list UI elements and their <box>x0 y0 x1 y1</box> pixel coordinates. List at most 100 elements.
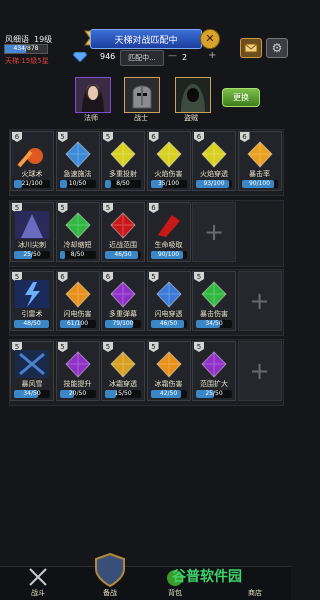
skill-art <box>61 211 95 239</box>
hero-slot-mage[interactable] <box>75 77 111 113</box>
red-crystal-icon <box>110 212 136 239</box>
skill-name: 多重弹幕 <box>109 310 137 318</box>
skill-progress-text: 8/50 <box>70 251 85 258</box>
skill-progress-bar: 25/50 <box>14 251 50 259</box>
skill-card[interactable]: 5 冷却缩短 8/50 <box>55 202 100 262</box>
skill-progress-bar: 46/50 <box>105 251 141 259</box>
skill-art <box>106 350 140 378</box>
skill-card[interactable]: 5 暴风雪 34/50 <box>10 341 54 401</box>
skill-progress-bar: 34/50 <box>14 390 50 398</box>
increase-button[interactable]: + <box>208 50 216 61</box>
blue-crystal-icon <box>155 281 182 308</box>
lightning-icon <box>15 280 49 308</box>
settings-button[interactable]: ⚙ <box>266 38 288 58</box>
skill-progress-text: 48/50 <box>23 320 41 327</box>
hero-slot-warrior[interactable] <box>124 77 160 113</box>
skill-card[interactable]: 6 火球术 21/100 <box>10 131 54 191</box>
skill-card[interactable]: 5 技能提升 20/50 <box>55 341 100 401</box>
purple-crystal-icon <box>64 351 91 378</box>
crossed-swords-icon <box>29 568 47 586</box>
skill-progress-text: 8/50 <box>116 180 130 187</box>
warrior-portrait-icon <box>125 78 159 112</box>
skill-progress-text: 93/100 <box>203 180 225 187</box>
skill-progress-text: 10/50 <box>68 180 87 187</box>
skill-progress-bar: 10/50 <box>59 180 96 188</box>
skill-art <box>197 350 231 378</box>
skill-name: 冰霜伤害 <box>154 380 183 388</box>
skill-progress-text: 34/50 <box>23 390 41 397</box>
nav-battle[interactable]: 战斗 <box>13 567 63 600</box>
watermark-logo: 谷普软件园 <box>172 569 242 585</box>
skill-card[interactable]: 5 冰川尖刺 25/50 <box>10 202 54 262</box>
match-status-banner: 天梯对战匹配中 <box>90 29 202 49</box>
decrease-button[interactable]: — <box>168 51 177 61</box>
skill-progress-text: 25/50 <box>205 390 223 397</box>
skill-progress-bar: 48/50 <box>14 320 50 328</box>
yellow-crystal-icon <box>110 141 136 168</box>
add-skill-slot[interactable]: + <box>237 341 282 401</box>
green-crystal-icon <box>201 281 227 308</box>
skill-art <box>15 350 49 378</box>
skill-card[interactable]: 6 多重弹幕 79/100 <box>101 271 145 331</box>
skill-progress-bar: 90/100 <box>241 180 278 188</box>
skill-card[interactable]: 5 暴击伤害 34/50 <box>192 271 236 331</box>
skill-art <box>243 140 277 168</box>
ice-spike-icon <box>15 211 49 239</box>
hero-label-warrior: 战士 <box>134 114 148 122</box>
cancel-match-button[interactable]: ✕ <box>200 29 220 49</box>
skill-art <box>61 350 95 378</box>
skill-card[interactable]: 5 闪电穿透 46/50 <box>146 271 191 331</box>
skill-card[interactable]: 5 近战范围 46/50 <box>101 202 145 262</box>
skill-art <box>197 140 231 168</box>
purple-crystal-icon <box>201 351 227 378</box>
skill-name: 暴击率 <box>249 170 270 178</box>
skill-art <box>197 280 231 308</box>
yellow-crystal-icon <box>110 351 136 378</box>
plus-icon: + <box>203 218 225 246</box>
skill-name: 冰川尖刺 <box>18 241 46 249</box>
skill-card[interactable]: 5 范围扩大 25/50 <box>192 341 236 401</box>
skill-name: 闪电穿透 <box>154 310 183 318</box>
orange-crystal-icon <box>246 141 273 168</box>
skill-card[interactable]: 6 火焰穿透 93/100 <box>192 131 236 191</box>
skill-card[interactable]: 6 闪电伤害 61/100 <box>55 271 100 331</box>
nav-prepare[interactable]: 备战 <box>85 553 135 600</box>
skill-progress-bar: 42/50 <box>150 390 187 398</box>
skill-name: 多重投射 <box>109 170 137 178</box>
skill-progress-text: 42/50 <box>159 390 178 397</box>
skill-card[interactable]: 5 冰霜伤害 42/50 <box>146 341 191 401</box>
skill-card[interactable]: 6 火焰伤害 35/100 <box>146 131 191 191</box>
skill-progress-bar: 93/100 <box>196 180 232 188</box>
nav-shop-label: 商店 <box>248 589 262 597</box>
skill-name: 生命吸取 <box>154 241 183 249</box>
skill-card[interactable]: 5 多重投射 8/50 <box>101 131 145 191</box>
swap-hero-button[interactable]: 更换 <box>222 88 260 107</box>
skill-name: 火焰穿透 <box>200 170 228 178</box>
hero-slot-thief[interactable] <box>175 77 211 113</box>
add-skill-slot[interactable]: + <box>237 271 282 331</box>
thief-portrait-icon <box>176 78 210 112</box>
skill-card[interactable]: 5 冰霜穿透 15/50 <box>101 341 145 401</box>
gear-icon: ⚙ <box>271 41 283 55</box>
skill-card[interactable]: 5 急速施法 10/50 <box>55 131 100 191</box>
skill-name: 火球术 <box>21 170 43 178</box>
add-skill-slot[interactable]: + <box>192 202 236 262</box>
skill-progress-bar: 90/100 <box>150 251 187 259</box>
skill-progress-text: 20/50 <box>68 390 87 397</box>
mail-button[interactable] <box>240 38 262 58</box>
skill-progress-text: 79/100 <box>112 320 134 327</box>
orange-crystal-icon <box>155 351 182 378</box>
skill-name: 引雷术 <box>21 310 43 318</box>
xp-bar: 434/878 <box>4 44 48 54</box>
skill-art <box>61 280 95 308</box>
skill-art <box>152 280 186 308</box>
skill-art <box>152 350 186 378</box>
skill-name: 火焰伤害 <box>154 170 183 178</box>
skill-progress-text: 61/100 <box>66 320 89 327</box>
match-count: 2 <box>182 53 188 62</box>
skill-art <box>61 140 95 168</box>
skill-card[interactable]: 5 引雷术 48/50 <box>10 271 54 331</box>
skill-card[interactable]: 6 暴击率 90/100 <box>237 131 282 191</box>
skill-progress-text: 35/100 <box>157 180 180 187</box>
skill-card[interactable]: 6 生命吸取 90/100 <box>146 202 191 262</box>
